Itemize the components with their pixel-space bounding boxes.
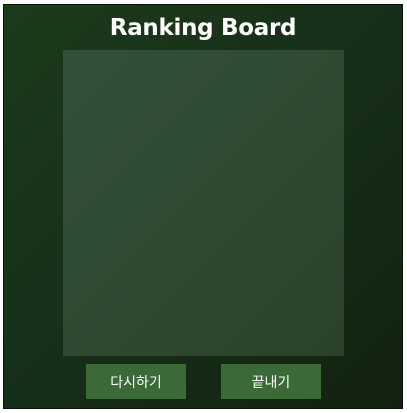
retry-button[interactable]: 다시하기 xyxy=(86,364,186,399)
quit-button[interactable]: 끝내기 xyxy=(221,364,321,399)
ranking-board: Ranking Board 다시하기 끝내기 xyxy=(3,4,403,409)
ranking-list-panel xyxy=(63,50,344,356)
board-title: Ranking Board xyxy=(109,15,297,41)
